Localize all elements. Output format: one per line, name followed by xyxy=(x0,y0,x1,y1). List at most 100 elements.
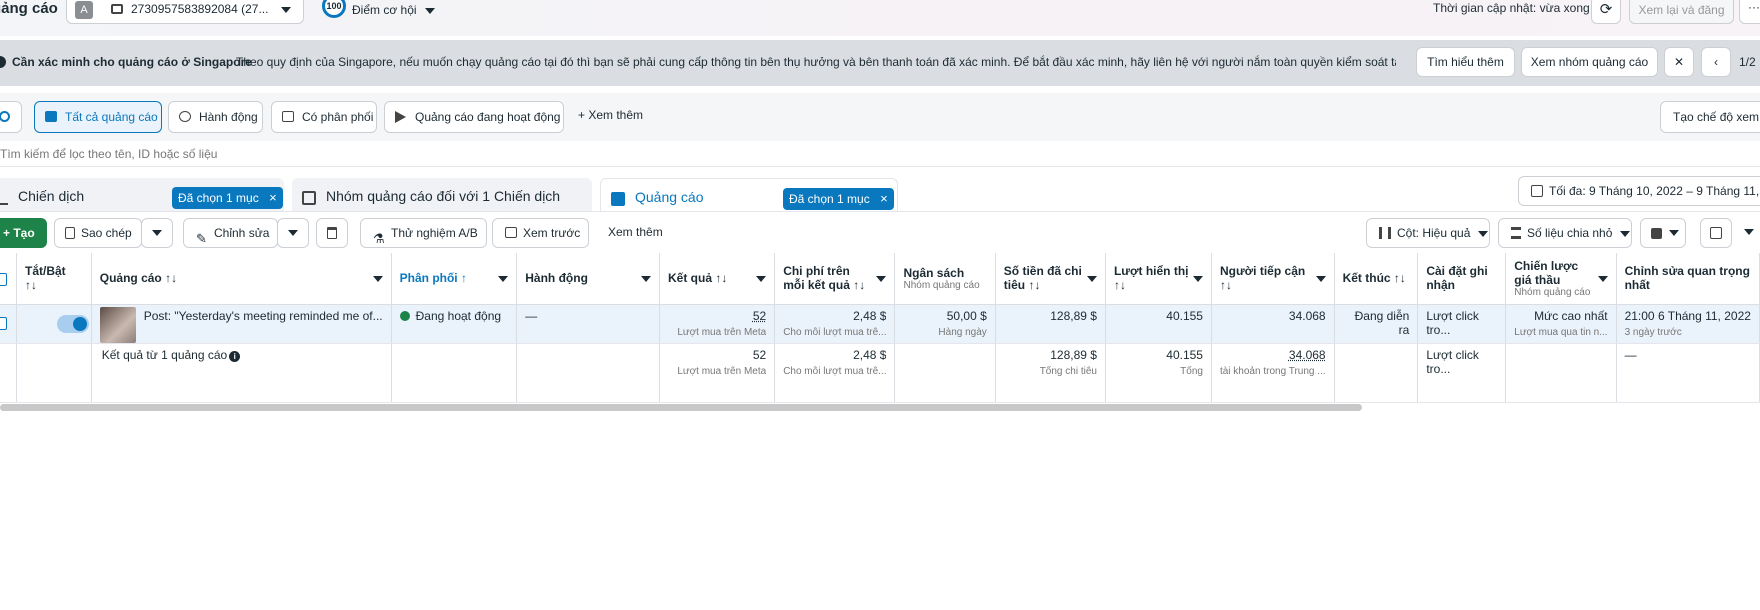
row-select-cell[interactable] xyxy=(0,304,17,343)
tab-label: Quảng cáo đang hoạt động xyxy=(415,110,560,124)
send-icon xyxy=(395,111,406,123)
clear-icon[interactable]: × xyxy=(269,187,277,209)
results-value: 52 xyxy=(668,309,766,323)
columns-button[interactable]: Cột: Hiệu quả xyxy=(1366,218,1490,248)
ab-test-button[interactable]: ⚗ Thử nghiệm A/B xyxy=(360,218,487,248)
create-view-button[interactable]: Tạo chế độ xem xyxy=(1660,101,1760,133)
refresh-icon: ⟳ xyxy=(1600,1,1613,18)
account-selector[interactable]: A 2730957583892084 (27... xyxy=(66,0,304,24)
summary-spent-cell: 128,89 $ Tổng chi tiêu xyxy=(995,343,1105,402)
tab-ads[interactable]: Quảng cáo Đã chọn 1 mục × xyxy=(600,178,898,214)
see-more-button[interactable]: Xem thêm xyxy=(596,218,680,248)
ad-toggle[interactable] xyxy=(57,315,89,333)
export-button[interactable] xyxy=(1700,218,1732,248)
tab-campaigns[interactable]: Chiến dịch Đã chọn 1 mục × xyxy=(0,178,284,214)
close-icon[interactable]: ✕ xyxy=(1664,47,1694,77)
reports-button[interactable] xyxy=(1640,218,1686,248)
header-label: Chiến lược giá thầu xyxy=(1514,259,1578,287)
tab-active-ads[interactable]: Quảng cáo đang hoạt động xyxy=(384,101,564,133)
select-all-checkbox[interactable] xyxy=(0,273,7,286)
header-label: Cài đặt ghi nhận xyxy=(1426,264,1487,292)
date-range-picker[interactable]: Tối đa: 9 Tháng 10, 2022 – 9 Tháng 11, 2… xyxy=(1518,176,1760,206)
chevron-left-icon[interactable]: ‹ xyxy=(1701,47,1731,77)
horizontal-scrollbar[interactable] xyxy=(0,404,1362,411)
attribution-cell: Lượt click tro... xyxy=(1418,304,1506,343)
attribution-header[interactable]: Cài đặt ghi nhận xyxy=(1418,253,1506,304)
select-all-header[interactable] xyxy=(0,253,17,304)
summary-label-cell: Kết quả từ 1 quảng cáo i xyxy=(91,343,391,402)
budget-sub: Hàng ngày xyxy=(903,327,986,338)
see-more-filters[interactable]: + Xem thêm xyxy=(578,108,643,122)
chevron-down-icon xyxy=(641,276,651,282)
summary-label: Kết quả từ 1 quảng cáo xyxy=(102,348,227,362)
opportunity-score[interactable]: 100 xyxy=(322,0,346,18)
summary-cpr: 2,48 $ xyxy=(783,348,886,362)
toggle-header[interactable]: Tắt/Bật ↑↓ xyxy=(17,253,92,304)
refresh-button[interactable]: ⟳ xyxy=(1591,0,1621,24)
folder-icon xyxy=(45,111,57,122)
preview-label: Xem trước xyxy=(523,226,580,240)
actions-header[interactable]: Hành động xyxy=(517,253,660,304)
level-tabs: Chiến dịch Đã chọn 1 mục × Nhóm quảng cáo… xyxy=(0,172,1760,208)
last-edit-header[interactable]: Chỉnh sửa quan trọng nhất xyxy=(1616,253,1759,304)
amount-spent-cell: 128,89 $ xyxy=(995,304,1105,343)
cost-per-result-header[interactable]: Chi phí trên mỗi kết quả ↑↓ xyxy=(775,253,895,304)
toggle-cell[interactable] xyxy=(17,304,92,343)
tab-actions[interactable]: Hành động xyxy=(168,101,263,133)
ad-thumbnail xyxy=(100,307,136,343)
results-header[interactable]: Kết quả ↑↓ xyxy=(659,253,774,304)
budget-header[interactable]: Ngân sách Nhóm quảng cáo xyxy=(895,253,995,304)
summary-spent-sub: Tổng chi tiêu xyxy=(1004,366,1097,377)
last-edit-value: 21:00 6 Tháng 11, 2022 xyxy=(1625,309,1751,323)
review-publish-button[interactable]: Xem lại và đăng xyxy=(1629,0,1734,24)
reach-header[interactable]: Người tiếp cận ↑↓ xyxy=(1211,253,1334,304)
alert-icon xyxy=(0,56,6,68)
summary-row: Kết quả từ 1 quảng cáo i 52 Lượt mua trên … xyxy=(0,343,1760,402)
bid-strategy-header[interactable]: Chiến lược giá thầu Nhóm quảng cáo xyxy=(1506,253,1616,304)
preview-button[interactable]: Xem trước xyxy=(492,218,589,248)
tab-all-ads[interactable]: Tất cả quảng cáo xyxy=(34,101,162,133)
header-label: Kết quả ↑↓ xyxy=(668,271,727,285)
search-button[interactable] xyxy=(0,101,22,133)
copy-dropdown[interactable] xyxy=(141,218,173,248)
ends-header[interactable]: Kết thúc ↑↓ xyxy=(1334,253,1418,304)
campaign-selected-badge[interactable]: Đã chọn 1 mục × xyxy=(172,187,283,209)
search-bar[interactable]: Tìm kiếm để lọc theo tên, ID hoặc số liệ… xyxy=(0,141,1760,167)
summary-results: 52 xyxy=(668,348,766,362)
search-input[interactable]: Tìm kiếm để lọc theo tên, ID hoặc số liệ… xyxy=(0,147,217,161)
edit-dropdown[interactable] xyxy=(277,218,309,248)
amount-spent-header[interactable]: Số tiền đã chi tiêu ↑↓ xyxy=(995,253,1105,304)
summary-cpr-sub: Cho mỗi lượt mua trê... xyxy=(783,366,886,377)
ad-name-header[interactable]: Quảng cáo ↑↓ xyxy=(91,253,391,304)
clear-icon[interactable]: × xyxy=(880,188,888,210)
summary-results-cell: 52 Lượt mua trên Meta xyxy=(659,343,774,402)
view-adsets-button[interactable]: Xem nhóm quảng cáo xyxy=(1521,47,1658,77)
edit-button[interactable]: ✎ Chỉnh sửa xyxy=(183,218,278,248)
ad-name[interactable]: Post: "Yesterday's meeting reminded me o… xyxy=(144,309,383,323)
delivery-status: Đang hoạt động xyxy=(416,309,501,323)
opportunity-label: Điểm cơ hội xyxy=(352,3,417,17)
ad-name-cell[interactable]: Post: "Yesterday's meeting reminded me o… xyxy=(91,304,391,343)
opportunity-dropdown[interactable]: Điểm cơ hội xyxy=(352,3,435,17)
tab-delivering[interactable]: Có phân phối xyxy=(271,101,377,133)
delete-button[interactable] xyxy=(316,218,348,248)
table-row[interactable]: Post: "Yesterday's meeting reminded me o… xyxy=(0,304,1760,343)
row-checkbox[interactable] xyxy=(0,317,7,330)
chevron-down-icon xyxy=(1193,276,1203,282)
info-icon[interactable]: i xyxy=(229,351,240,362)
breakdown-button[interactable]: Số liệu chia nhỏ xyxy=(1498,218,1632,248)
chevron-down-icon xyxy=(288,230,298,236)
more-button[interactable]: ··· xyxy=(1739,0,1760,24)
summary-cell xyxy=(391,343,517,402)
campaign-icon xyxy=(0,191,8,205)
cpr-value: 2,48 $ xyxy=(783,309,886,323)
copy-button[interactable]: Sao chép xyxy=(54,218,142,248)
delivery-header[interactable]: Phân phối ↑ xyxy=(391,253,517,304)
create-button[interactable]: + Tạo xyxy=(0,218,47,248)
impressions-header[interactable]: Lượt hiển thị ↑↓ xyxy=(1105,253,1211,304)
export-dropdown[interactable] xyxy=(1732,218,1760,248)
tab-adsets[interactable]: Nhóm quảng cáo đối với 1 Chiến dịch xyxy=(292,178,592,214)
account-avatar: A xyxy=(75,1,93,19)
learn-more-button[interactable]: Tìm hiểu thêm xyxy=(1416,47,1515,77)
ads-selected-badge[interactable]: Đã chọn 1 mục × xyxy=(783,188,894,210)
